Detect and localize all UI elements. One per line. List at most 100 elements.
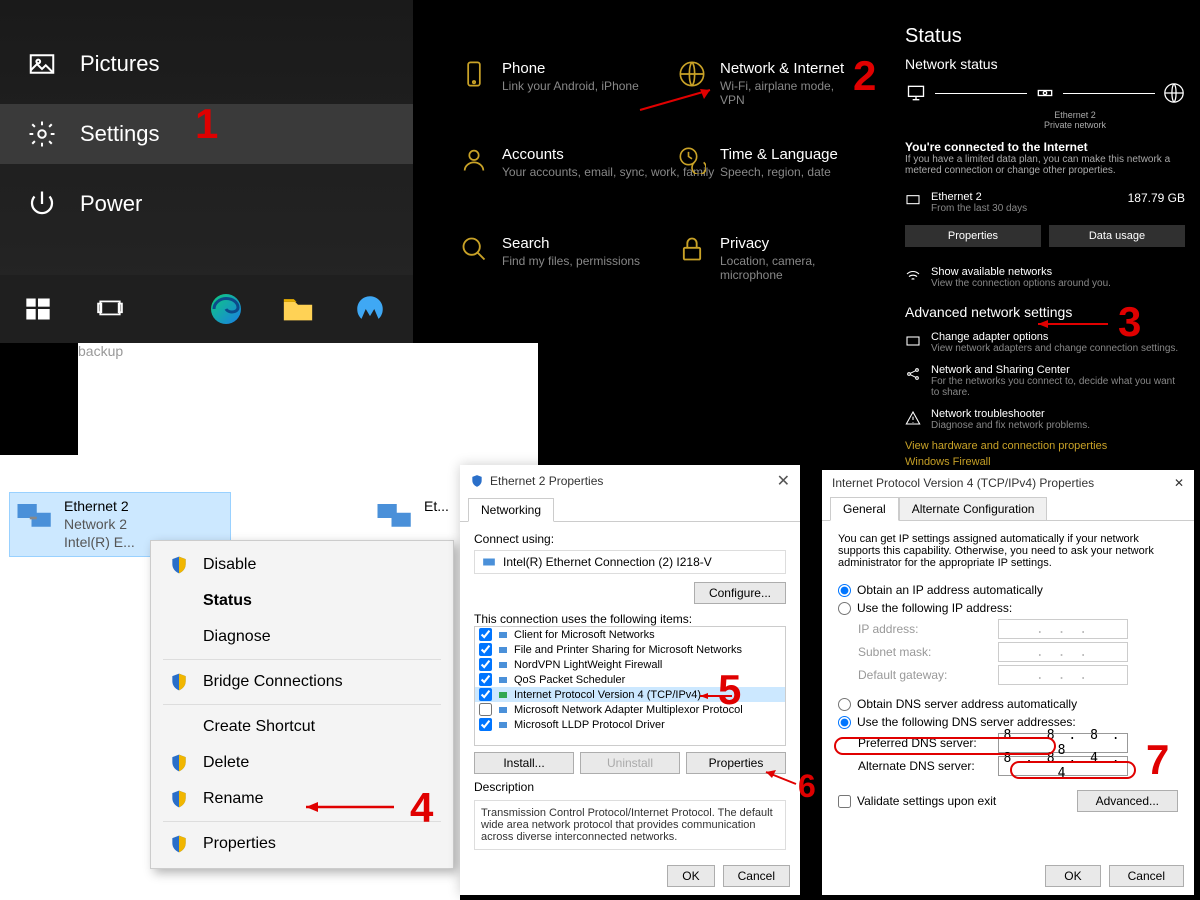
checkbox[interactable]	[479, 673, 492, 686]
list-item[interactable]: Microsoft LLDP Protocol Driver	[475, 717, 785, 732]
tab-general[interactable]: General	[830, 497, 899, 521]
warning-icon	[905, 410, 921, 426]
ctx-rename-label: Rename	[203, 790, 263, 808]
tab-networking[interactable]: Networking	[468, 498, 554, 522]
adapter-options-title: Change adapter options	[931, 331, 1178, 343]
start-power[interactable]: Power	[0, 174, 413, 234]
adapters-window: Ethernet 2 Network 2 Intel(R) E... Et...…	[0, 455, 460, 900]
pictures-icon	[26, 48, 58, 80]
dlg1-titlebar: Ethernet 2 Properties ✕	[460, 465, 800, 497]
radio-auto-ip[interactable]: Obtain an IP address automatically	[838, 583, 1178, 597]
install-button[interactable]: Install...	[474, 752, 574, 774]
ctx-rename[interactable]: Rename	[151, 781, 453, 817]
configure-button[interactable]: Configure...	[694, 582, 786, 604]
components-list[interactable]: Client for Microsoft Networks File and P…	[474, 626, 786, 746]
troubleshooter[interactable]: Network troubleshooterDiagnose and fix n…	[905, 403, 1185, 436]
nordvpn-icon[interactable]	[346, 285, 394, 333]
sharing-title: Network and Sharing Center	[931, 364, 1185, 376]
ctx-bridge-label: Bridge Connections	[203, 673, 343, 691]
ip-label: IP address:	[858, 622, 998, 636]
explorer-icon[interactable]	[274, 285, 322, 333]
checkbox[interactable]	[479, 703, 492, 716]
data-usage-button[interactable]: Data usage	[1049, 225, 1185, 247]
ctx-properties[interactable]: Properties	[151, 826, 453, 862]
ok-button[interactable]: OK	[1045, 865, 1100, 887]
radio-static-ip[interactable]: Use the following IP address:	[838, 601, 1178, 615]
list-item[interactable]: File and Printer Sharing for Microsoft N…	[475, 642, 785, 657]
close-icon[interactable]: ✕	[1174, 476, 1184, 490]
network-diagram	[905, 82, 1185, 104]
item-5: Microsoft Network Adapter Multiplexor Pr…	[514, 704, 743, 716]
dlg2-titlebar: Internet Protocol Version 4 (TCP/IPv4) P…	[822, 470, 1194, 496]
list-item[interactable]: QoS Packet Scheduler	[475, 672, 785, 687]
adapter-usage: 187.79 GB	[1128, 191, 1185, 205]
start-settings[interactable]: Settings	[0, 104, 413, 164]
radio[interactable]	[838, 716, 851, 729]
cancel-button[interactable]: Cancel	[1109, 865, 1184, 887]
checkbox[interactable]	[479, 718, 492, 731]
checkbox[interactable]	[479, 628, 492, 641]
checkbox[interactable]	[479, 688, 492, 701]
link-firewall[interactable]: Windows Firewall	[905, 456, 1185, 468]
radio[interactable]	[838, 584, 851, 597]
phone-icon	[460, 60, 488, 88]
link-hardware[interactable]: View hardware and connection properties	[905, 440, 1185, 452]
pref-dns-input[interactable]: 8 . 8 . 8 . 8	[998, 733, 1128, 753]
dlg2-title: Internet Protocol Version 4 (TCP/IPv4) P…	[832, 476, 1094, 490]
ctx-shortcut[interactable]: Create Shortcut	[151, 709, 453, 745]
status-heading: Status	[905, 25, 1185, 48]
cancel-button[interactable]: Cancel	[723, 865, 790, 887]
settings-time[interactable]: Time & LanguageSpeech, region, date	[678, 146, 838, 179]
ctx-disable[interactable]: Disable	[151, 547, 453, 583]
taskview-icon[interactable]	[86, 285, 134, 333]
validate-checkbox[interactable]	[838, 795, 851, 808]
ok-button[interactable]: OK	[667, 865, 714, 887]
tab-alternate[interactable]: Alternate Configuration	[899, 497, 1048, 521]
settings-phone[interactable]: PhoneLink your Android, iPhone	[460, 60, 639, 93]
lock-icon	[678, 235, 706, 263]
adapter-dev-1: Intel(R) E...	[64, 533, 135, 551]
settings-network[interactable]: Network & InternetWi-Fi, airplane mode, …	[678, 60, 860, 107]
settings-privacy-sub: Location, camera, microphone	[720, 254, 860, 282]
radio[interactable]	[838, 698, 851, 711]
alt-dns-input[interactable]: 8 . 8 . 4 . 4	[998, 756, 1128, 776]
list-item-tcpip4[interactable]: Internet Protocol Version 4 (TCP/IPv4)	[475, 687, 785, 702]
gear-icon	[26, 118, 58, 150]
list-item[interactable]: Microsoft Network Adapter Multiplexor Pr…	[475, 702, 785, 717]
settings-accounts[interactable]: AccountsYour accounts, email, sync, work…	[460, 146, 714, 179]
show-networks[interactable]: Show available networksView the connecti…	[905, 261, 1185, 294]
properties-button[interactable]: Properties	[686, 752, 786, 774]
pc-icon	[905, 83, 927, 103]
sharing-center[interactable]: Network and Sharing CenterFor the networ…	[905, 359, 1185, 403]
power-icon	[26, 188, 58, 220]
properties-button[interactable]: Properties	[905, 225, 1041, 247]
start-button[interactable]	[14, 285, 62, 333]
settings-network-sub: Wi-Fi, airplane mode, VPN	[720, 79, 860, 107]
item-6: Microsoft LLDP Protocol Driver	[514, 719, 665, 731]
list-item[interactable]: Client for Microsoft Networks	[475, 627, 785, 642]
ctx-delete[interactable]: Delete	[151, 745, 453, 781]
ctx-diagnose[interactable]: Diagnose	[151, 619, 453, 655]
shield-icon	[169, 555, 189, 575]
ctx-bridge[interactable]: Bridge Connections	[151, 664, 453, 700]
list-item[interactable]: NordVPN LightWeight Firewall	[475, 657, 785, 672]
settings-search[interactable]: SearchFind my files, permissions	[460, 235, 640, 268]
uses-label: This connection uses the following items…	[474, 612, 786, 626]
ctx-status[interactable]: Status	[151, 583, 453, 619]
radio-auto-dns[interactable]: Obtain DNS server address automatically	[838, 697, 1178, 711]
settings-privacy[interactable]: PrivacyLocation, camera, microphone	[678, 235, 860, 282]
close-icon[interactable]: ✕	[777, 471, 790, 491]
change-adapter-options[interactable]: Change adapter optionsView network adapt…	[905, 326, 1185, 359]
checkbox[interactable]	[479, 643, 492, 656]
advanced-button[interactable]: Advanced...	[1077, 790, 1178, 812]
start-pictures[interactable]: Pictures	[0, 34, 413, 94]
radio[interactable]	[838, 602, 851, 615]
edge-icon[interactable]	[202, 285, 250, 333]
show-networks-title: Show available networks	[931, 266, 1111, 278]
radio-static-dns[interactable]: Use the following DNS server addresses:	[838, 715, 1178, 729]
component-icon	[496, 674, 510, 686]
adapter-tile-2[interactable]: Et...	[370, 493, 460, 543]
ctx-delete-label: Delete	[203, 754, 249, 772]
checkbox[interactable]	[479, 658, 492, 671]
settings-time-sub: Speech, region, date	[720, 165, 838, 179]
